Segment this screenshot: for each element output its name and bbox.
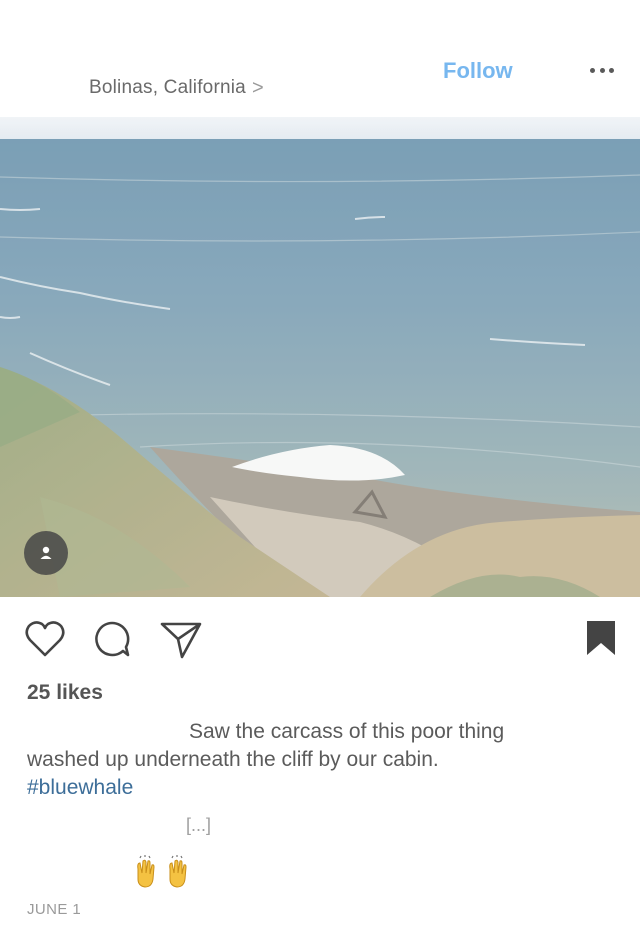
caption-line-2: washed up underneath the cliff by our ca… <box>27 748 439 771</box>
paper-plane-icon[interactable] <box>160 620 202 665</box>
heart-icon[interactable] <box>24 620 66 663</box>
post-header: Bolinas, California > Follow <box>0 0 640 117</box>
likes-count[interactable]: 25 likes <box>27 681 103 705</box>
ellipsis-icon[interactable] <box>590 62 614 78</box>
follow-button[interactable]: Follow <box>443 58 513 84</box>
post-caption: Saw the carcass of this poor thing washe… <box>27 718 587 802</box>
chevron-right-icon: > <box>251 77 264 99</box>
location-label: Bolinas, California <box>89 77 246 98</box>
hashtag-link[interactable]: #bluewhale <box>27 774 587 802</box>
caption-line-1: Saw the carcass of this poor thing <box>189 720 505 743</box>
post-date: JUNE 1 <box>27 901 82 918</box>
raising-hands-emoji: 🙌🙌 <box>134 855 198 889</box>
person-tag-icon[interactable] <box>24 531 68 575</box>
post-actions <box>0 600 640 672</box>
post-photo[interactable] <box>0 117 640 597</box>
beach-cliff-ocean-image <box>0 117 640 597</box>
bookmark-icon[interactable] <box>586 620 616 661</box>
more-ellipsis[interactable]: [...] <box>186 815 211 836</box>
comment-icon[interactable] <box>92 620 132 665</box>
location-link[interactable]: Bolinas, California > <box>89 77 264 99</box>
raising-hands-icon <box>137 855 187 888</box>
